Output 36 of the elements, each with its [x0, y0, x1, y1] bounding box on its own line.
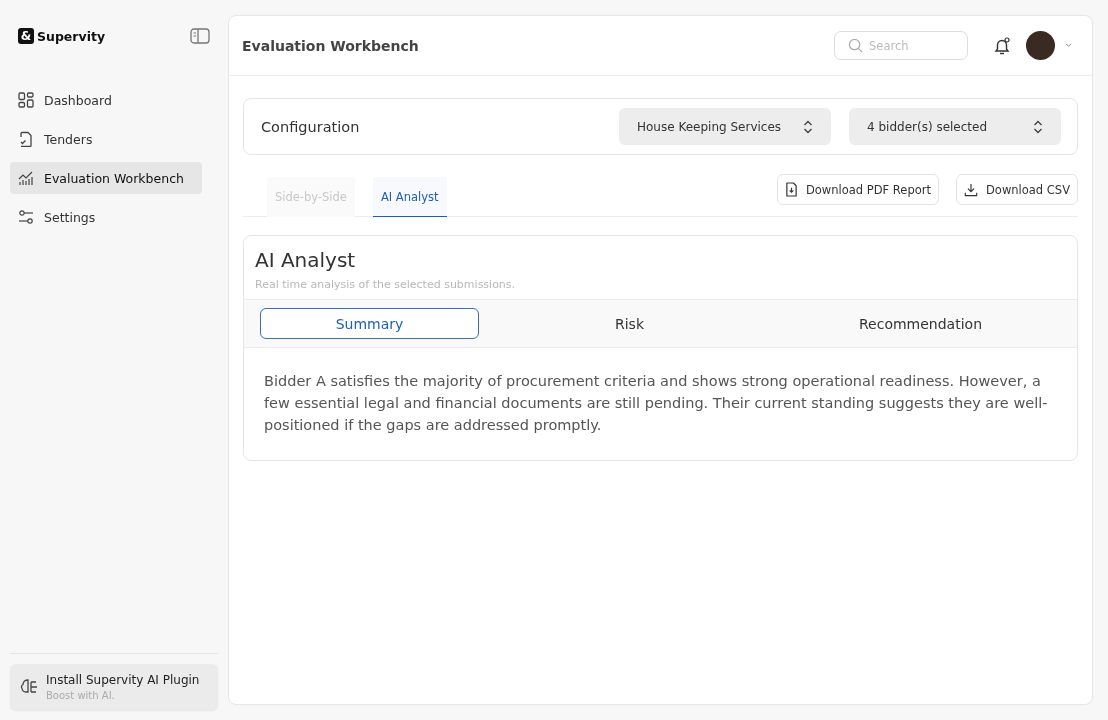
chart-icon — [18, 170, 34, 186]
download-button[interactable]: Download PDF Report — [776, 174, 939, 205]
sidebar-toggle-icon[interactable] — [190, 28, 210, 44]
page-title: Evaluation Workbench — [242, 37, 419, 54]
select-dropdown[interactable]: House Keeping Services — [619, 108, 831, 145]
chevron-down-icon[interactable] — [1065, 43, 1072, 48]
download-icon — [964, 182, 978, 197]
sidebar-item[interactable]: Dashboard — [10, 84, 202, 116]
document-check-icon — [18, 131, 34, 147]
analysis-tab[interactable]: Summary — [260, 308, 479, 339]
analysis-text: Bidder A satisfies the majority of procurement criteria and shows strong operational readiness. However, a few essential legal and financial documents are still pending. Their current standing suggests they are well-positioned if the gaps are addressed promptly. — [263, 372, 1049, 435]
sidebar-item[interactable]: Settings — [10, 201, 202, 233]
file-download-icon — [784, 182, 798, 197]
analysis-tab[interactable]: Risk — [489, 308, 770, 339]
select-dropdown[interactable]: 4 bidder(s) selected — [849, 108, 1061, 145]
download-button[interactable]: Download CSV — [956, 174, 1078, 205]
sliders-icon — [18, 209, 34, 225]
plugin-subtitle: Boost with AI. — [46, 690, 116, 701]
analysis-tab[interactable]: Recommendation — [780, 308, 1061, 339]
chevron-up-down-icon — [1033, 119, 1043, 134]
plugin-title: Install Supervity AI Plugin — [46, 673, 200, 687]
view-tab[interactable]: AI Analyst — [372, 177, 447, 217]
chevron-up-down-icon — [803, 119, 813, 134]
grid-icon — [18, 92, 34, 108]
notification-bell-icon[interactable] — [992, 35, 1012, 56]
user-avatar[interactable] — [1026, 31, 1055, 60]
analyst-title: AI Analyst — [255, 248, 357, 272]
brand-name: Supervity — [37, 28, 106, 44]
brain-icon — [20, 678, 38, 696]
sidebar-item[interactable]: Tenders — [10, 123, 202, 155]
logo-mark: & — [18, 28, 34, 44]
search-field[interactable]: Search — [834, 31, 968, 60]
sidebar-item[interactable]: Evaluation Workbench — [10, 162, 202, 194]
analyst-subtitle: Real time analysis of the selected submissions. — [255, 278, 517, 291]
plugin-install-card[interactable]: Install Supervity AI Plugin Boost with AI. — [10, 664, 218, 710]
configuration-title: Configuration — [261, 118, 360, 135]
